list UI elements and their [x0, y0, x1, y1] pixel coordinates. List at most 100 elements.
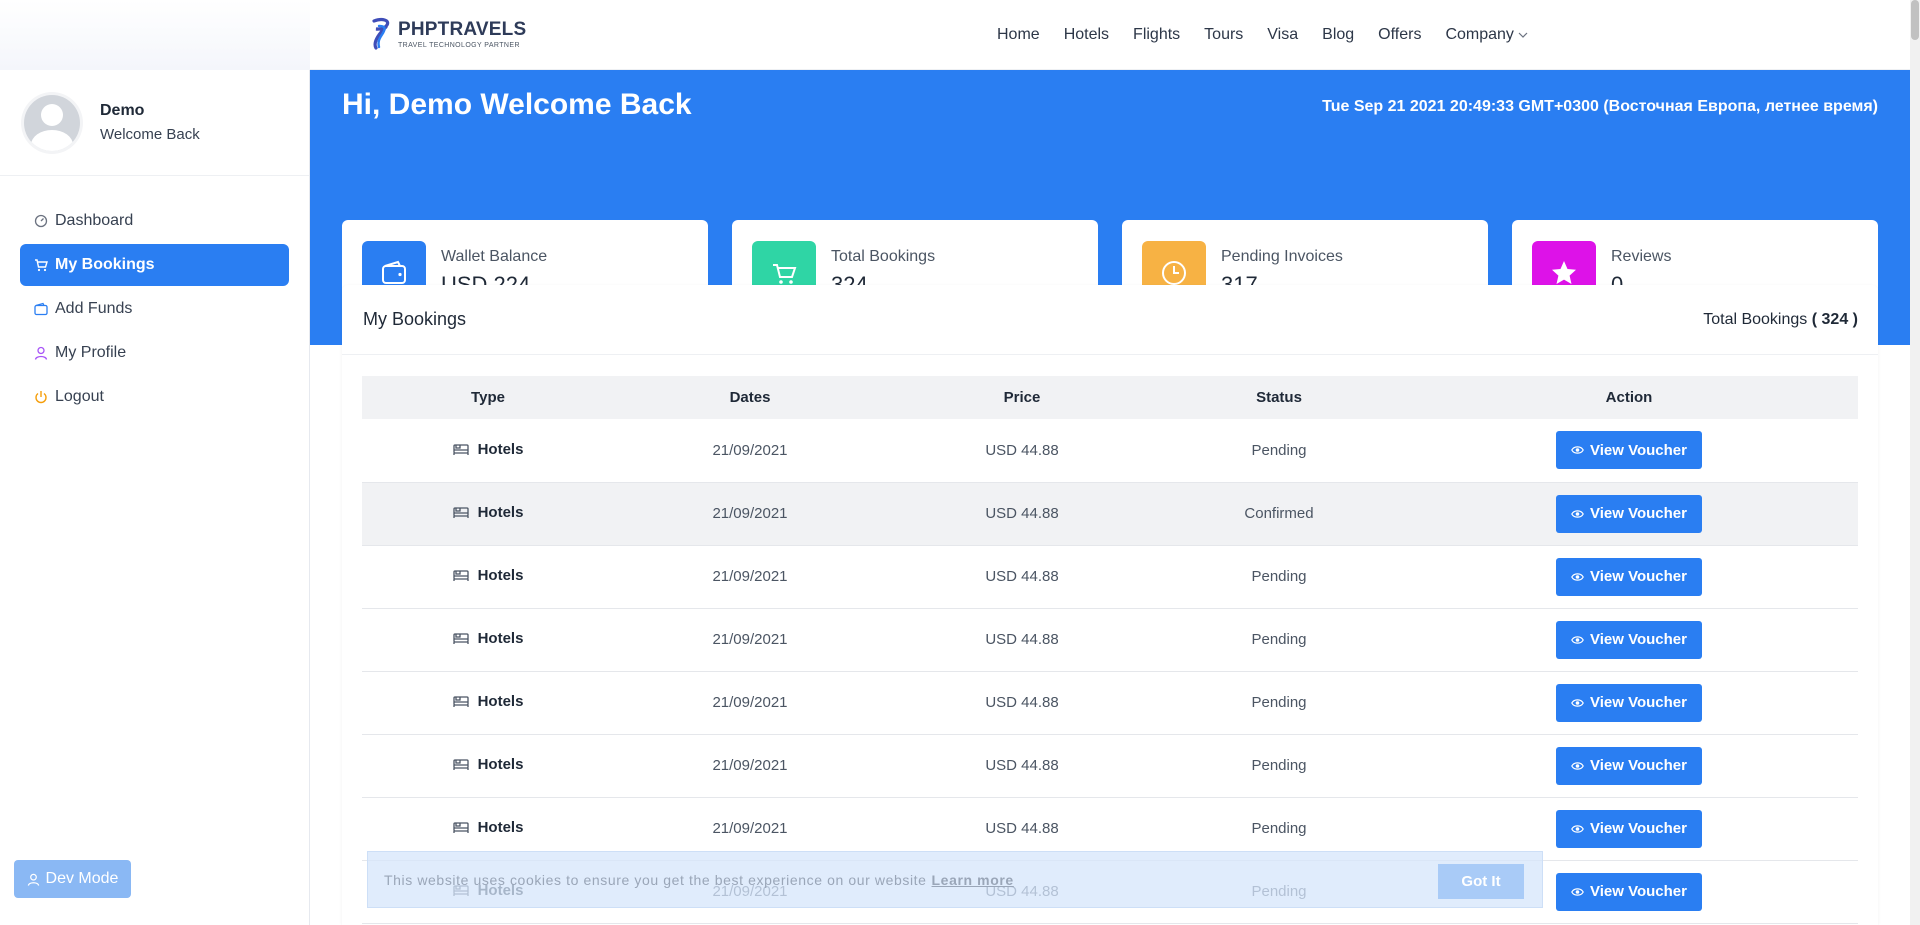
- table-row: Hotels 21/09/2021 USD 44.88 Pending View Vou…: [362, 734, 1858, 797]
- sidebar-item-label: Dashboard: [55, 212, 134, 229]
- eye-icon: [1571, 761, 1584, 770]
- cell-price: USD 44.88: [985, 441, 1059, 459]
- current-datetime: Tue Sep 21 2021 20:49:33 GMT+0300 (Восто…: [1322, 98, 1878, 115]
- view-voucher-button[interactable]: View Voucher: [1556, 746, 1702, 785]
- cell-price: USD 44.88: [985, 505, 1059, 522]
- cookie-text: This website uses cookies to ensure you …: [384, 871, 927, 888]
- booking-type: Hotels: [477, 567, 524, 585]
- eye-icon: [1571, 446, 1584, 454]
- avatar: [24, 94, 80, 151]
- dev-mode-button[interactable]: Dev Mode: [14, 860, 131, 898]
- bed-icon: [452, 507, 469, 518]
- bed-icon: [452, 696, 469, 707]
- cell-action: View Voucher: [1400, 419, 1858, 482]
- view-voucher-label: View Voucher: [1590, 757, 1687, 774]
- brand-tagline: TRAVEL TECHNOLOGY PARTNER: [398, 41, 520, 49]
- cell-type: Hotels: [362, 545, 614, 608]
- view-voucher-button[interactable]: View Voucher: [1556, 683, 1702, 722]
- bed-icon: [452, 633, 469, 644]
- cell-price: USD 44.88: [985, 568, 1059, 585]
- booking-type: Hotels: [477, 819, 524, 837]
- cell-price: USD 44.88: [985, 694, 1059, 711]
- user-subtitle: Welcome Back: [100, 126, 200, 143]
- sidebar-item-logout[interactable]: Logout: [20, 376, 289, 418]
- sidebar-item-my-bookings[interactable]: My Bookings: [20, 244, 289, 286]
- stat-label: Reviews: [1611, 247, 1672, 265]
- booking-type: Hotels: [477, 693, 524, 711]
- bookings-table-body: Hotels 21/09/2021 USD 44.88 Pending View Vou…: [362, 419, 1858, 923]
- booking-type: Hotels: [477, 504, 524, 522]
- bed-icon: [452, 570, 469, 581]
- booking-type: Hotels: [477, 756, 524, 774]
- bookings-panel-header: My Bookings Total Bookings ( 324 ): [342, 285, 1878, 355]
- cookie-banner: This website uses cookies to ensure you …: [367, 851, 1543, 908]
- nav-tours[interactable]: Tours: [1204, 26, 1243, 44]
- cell-price: USD 44.88: [985, 757, 1059, 774]
- page-title: Hi, Demo Welcome Back: [342, 88, 692, 121]
- page-scrollbar[interactable]: [1910, 0, 1920, 925]
- cell-status: Confirmed: [1244, 505, 1314, 522]
- dashboard-icon: [34, 214, 48, 228]
- view-voucher-button[interactable]: View Voucher: [1556, 431, 1702, 470]
- nav-offers[interactable]: Offers: [1378, 26, 1421, 44]
- user-icon: [34, 346, 48, 360]
- nav-visa[interactable]: Visa: [1267, 26, 1298, 44]
- cell-status: Pending: [1251, 441, 1307, 459]
- top-navbar: PHPTRAVELS TRAVEL TECHNOLOGY PARTNER Hom…: [0, 0, 1920, 70]
- column-header-price: Price: [1003, 389, 1041, 406]
- brand-logo[interactable]: PHPTRAVELS TRAVEL TECHNOLOGY PARTNER: [370, 17, 526, 51]
- stat-label: Total Bookings: [831, 247, 936, 265]
- bookings-title: My Bookings: [363, 309, 467, 329]
- column-header-type: Type: [471, 389, 505, 406]
- view-voucher-label: View Voucher: [1590, 505, 1687, 522]
- sidebar-menu: Dashboard My Bookings Add Funds My Profi…: [0, 176, 309, 418]
- bookings-panel: My Bookings Total Bookings ( 324 ) Type …: [342, 285, 1878, 925]
- view-voucher-button[interactable]: View Voucher: [1556, 494, 1702, 533]
- cell-action: View Voucher: [1400, 671, 1858, 734]
- cell-status: Pending: [1251, 694, 1307, 711]
- nav-blog[interactable]: Blog: [1322, 26, 1354, 44]
- view-voucher-button[interactable]: View Voucher: [1556, 872, 1702, 911]
- cell-status: Pending: [1251, 757, 1307, 774]
- view-voucher-button[interactable]: View Voucher: [1556, 620, 1702, 659]
- scrollbar-thumb[interactable]: [1911, 0, 1919, 40]
- bookings-total-value: 324: [1821, 310, 1849, 328]
- cookie-learn-more-link[interactable]: Learn more: [932, 872, 1014, 888]
- sidebar-item-label: Logout: [55, 388, 104, 405]
- eye-icon: [1571, 572, 1584, 581]
- sidebar-item-my-profile[interactable]: My Profile: [20, 332, 289, 374]
- eye-icon: [1571, 635, 1584, 644]
- nav-company[interactable]: Company: [1445, 26, 1528, 44]
- nav-hotels[interactable]: Hotels: [1064, 26, 1109, 44]
- bed-icon: [452, 759, 469, 770]
- view-voucher-label: View Voucher: [1590, 631, 1687, 648]
- bookings-total-label: Total Bookings: [1703, 310, 1808, 328]
- bookings-table: Type Dates Price Status Action Hotels 21/…: [362, 376, 1858, 924]
- cell-action: View Voucher: [1400, 608, 1858, 671]
- bed-icon: [452, 822, 469, 833]
- cell-date: 21/09/2021: [712, 757, 788, 774]
- cell-date: 21/09/2021: [712, 694, 788, 711]
- user-profile: Demo Welcome Back: [0, 70, 309, 176]
- column-header-status: Status: [1256, 389, 1302, 406]
- cookie-accept-button[interactable]: Got It: [1438, 864, 1524, 899]
- view-voucher-label: View Voucher: [1590, 694, 1687, 711]
- power-icon: [35, 391, 47, 404]
- stat-label: Wallet Balance: [441, 247, 548, 265]
- nav-flights[interactable]: Flights: [1133, 26, 1180, 44]
- view-voucher-button[interactable]: View Voucher: [1556, 557, 1702, 596]
- cell-status: Pending: [1251, 631, 1307, 648]
- sidebar-item-label: My Profile: [55, 344, 127, 361]
- nav-home[interactable]: Home: [997, 26, 1040, 44]
- nav-company-label: Company: [1445, 26, 1514, 43]
- cell-action: View Voucher: [1400, 545, 1858, 608]
- stat-label: Pending Invoices: [1221, 247, 1343, 265]
- sidebar-item-dashboard[interactable]: Dashboard: [20, 200, 289, 242]
- sidebar: Demo Welcome Back Dashboard My Bookings …: [0, 70, 310, 925]
- bed-icon: [452, 443, 469, 455]
- view-voucher-button[interactable]: View Voucher: [1556, 809, 1702, 848]
- cell-type: Hotels: [362, 482, 614, 545]
- booking-type: Hotels: [477, 630, 524, 648]
- logo-mark-icon: [372, 18, 390, 50]
- sidebar-item-add-funds[interactable]: Add Funds: [20, 288, 289, 330]
